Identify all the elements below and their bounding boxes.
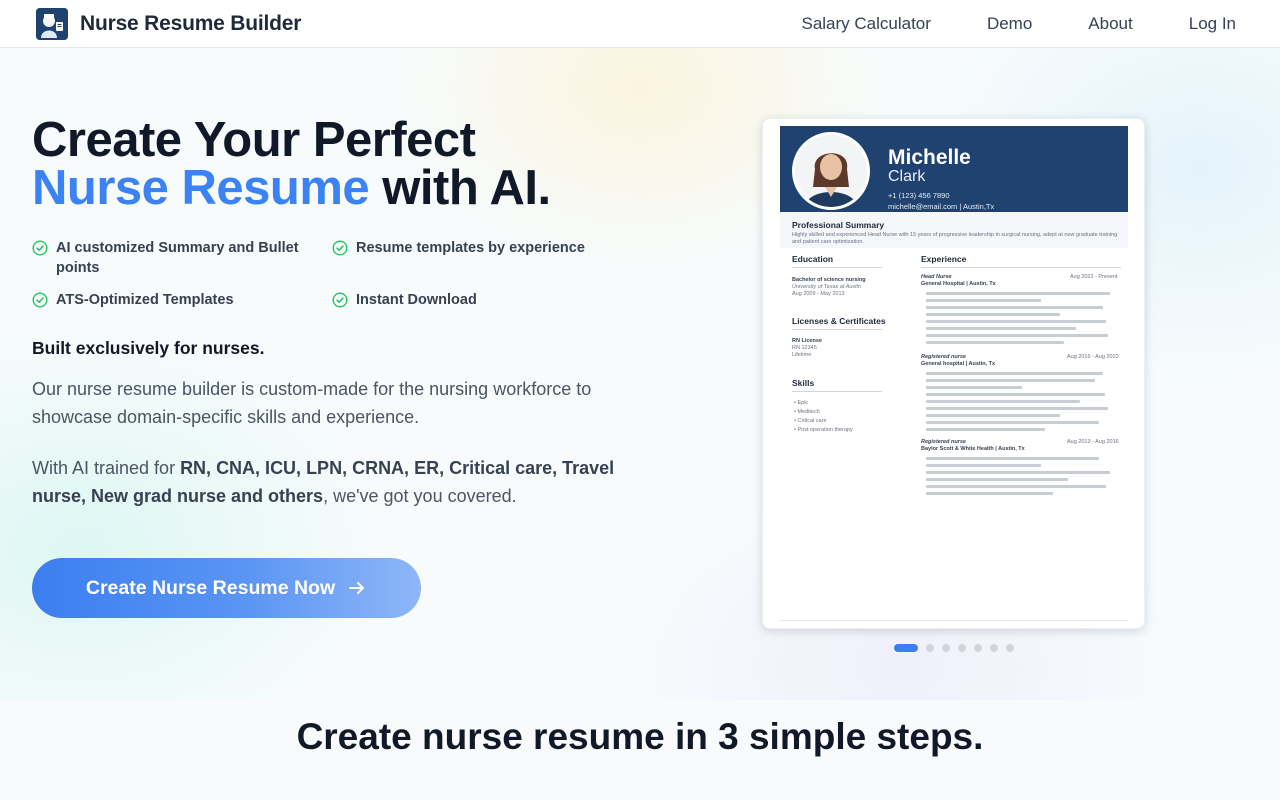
nav-log-in[interactable]: Log In [1189,14,1236,34]
resume-preview-card[interactable]: Michelle Clark +1 (123) 456 7890 michell… [762,118,1145,629]
experience-heading: Experience [921,254,967,264]
feature-item: Instant Download [332,290,632,310]
job-role: Registered nurse [921,354,966,360]
school: University of Texas at Austin [792,284,861,290]
feature-item: ATS-Optimized Templates [32,290,332,310]
resume-last-name: Clark [888,168,926,185]
steps-section: Create nurse resume in 3 simple steps. [0,700,1280,800]
divider [792,329,882,330]
license-name: RN License [792,338,822,344]
nav-demo[interactable]: Demo [987,14,1032,34]
feature-text: ATS-Optimized Templates [56,292,234,308]
job-bullets [926,292,1118,348]
feature-item: Resume templates by experience [332,238,632,278]
feature-text: AI customized Summary and Bullet points [56,240,299,276]
job-bullets [926,457,1118,499]
job-role: Head Nurse [921,274,952,280]
top-navbar: Nurse Resume Builder Salary Calculator D… [0,0,1280,48]
carousel-dot[interactable] [990,644,998,652]
job-role: Registered nurse [921,439,966,445]
carousel-dot[interactable] [942,644,950,652]
para2-suffix: , we've got you covered. [323,486,517,506]
resume-contact: michelle@email.com | Austin,Tx [888,202,995,211]
avatar [792,132,870,210]
resume-first-name: Michelle [888,146,971,169]
skill-item: • Meditech [794,409,820,415]
feature-text: Resume templates by experience [356,240,585,256]
check-circle-icon [332,240,348,256]
summary-heading: Professional Summary [792,220,885,230]
job-dates: Aug 2013 - Aug 2016 [1067,439,1119,445]
cta-label: Create Nurse Resume Now [85,576,336,599]
feature-item: AI customized Summary and Bullet points [32,238,332,278]
nav-about[interactable]: About [1088,14,1132,34]
carousel-dot[interactable] [1006,644,1014,652]
arrow-right-icon [349,582,365,594]
resume-preview: Michelle Clark +1 (123) 456 7890 michell… [780,126,1128,621]
nav-salary-calculator[interactable]: Salary Calculator [801,14,930,34]
para2-prefix: With AI trained for [32,458,181,478]
check-circle-icon [332,292,348,308]
job-place: General hospital | Austin, Tx [921,361,996,367]
hero-ai-description: With AI trained for RN, CNA, ICU, LPN, C… [32,454,642,510]
hero-description: Our nurse resume builder is custom-made … [32,379,592,427]
summary-text: Highly skilled and experienced Head Nurs… [792,232,1118,245]
job-dates: Aug 2022 - Present [1070,274,1118,280]
license-number: RN 12345 [792,345,817,351]
carousel-dot[interactable] [958,644,966,652]
job-place: General Hospital | Austin, Tx [921,281,996,287]
carousel-dot[interactable] [926,644,934,652]
licenses-heading: Licenses & Certificates [792,316,886,326]
skill-item: • Critical care [794,418,827,424]
hero-section: Create Your Perfect Nurse Resume with AI… [0,48,1280,700]
skills-heading: Skills [792,378,815,388]
skill-item: • Epic [794,400,809,406]
divider [921,267,1121,268]
hero-title: Create Your Perfect Nurse Resume with AI… [32,113,551,215]
title-rest: with AI. [369,161,551,215]
feature-list: AI customized Summary and Bullet points … [32,238,632,310]
carousel-dot-active[interactable] [894,644,918,652]
job-dates: Aug 2016 - Aug 2022 [1067,354,1119,360]
divider [792,391,882,392]
license-term: Lifetime [792,352,812,358]
job-bullets [926,372,1118,435]
title-line1: Create Your Perfect [32,113,476,167]
degree: Bachelor of science nursing [792,277,866,283]
job-place: Baylor Scott & White Health | Austin, Tx [921,446,1025,452]
skill-item: • Post operation therapy [794,427,853,433]
brand[interactable]: Nurse Resume Builder [36,7,302,40]
create-resume-button[interactable]: Create Nurse Resume Now [32,558,421,618]
divider [792,267,882,268]
title-accent: Nurse Resume [32,161,370,215]
feature-text: Instant Download [356,292,477,308]
steps-title: Create nurse resume in 3 simple steps. [296,716,984,757]
carousel-dot[interactable] [974,644,982,652]
edu-dates: Aug 2009 - May 2013 [792,291,845,297]
check-circle-icon [32,240,48,256]
carousel-dots [894,644,1014,652]
education-heading: Education [792,254,834,264]
main-nav: Salary Calculator Demo About Log In [801,14,1236,34]
logo-icon [36,7,68,40]
check-circle-icon [32,292,48,308]
resume-phone: +1 (123) 456 7890 [888,191,950,200]
hero-subhead: Built exclusively for nurses. [32,338,265,358]
brand-name: Nurse Resume Builder [80,11,302,35]
